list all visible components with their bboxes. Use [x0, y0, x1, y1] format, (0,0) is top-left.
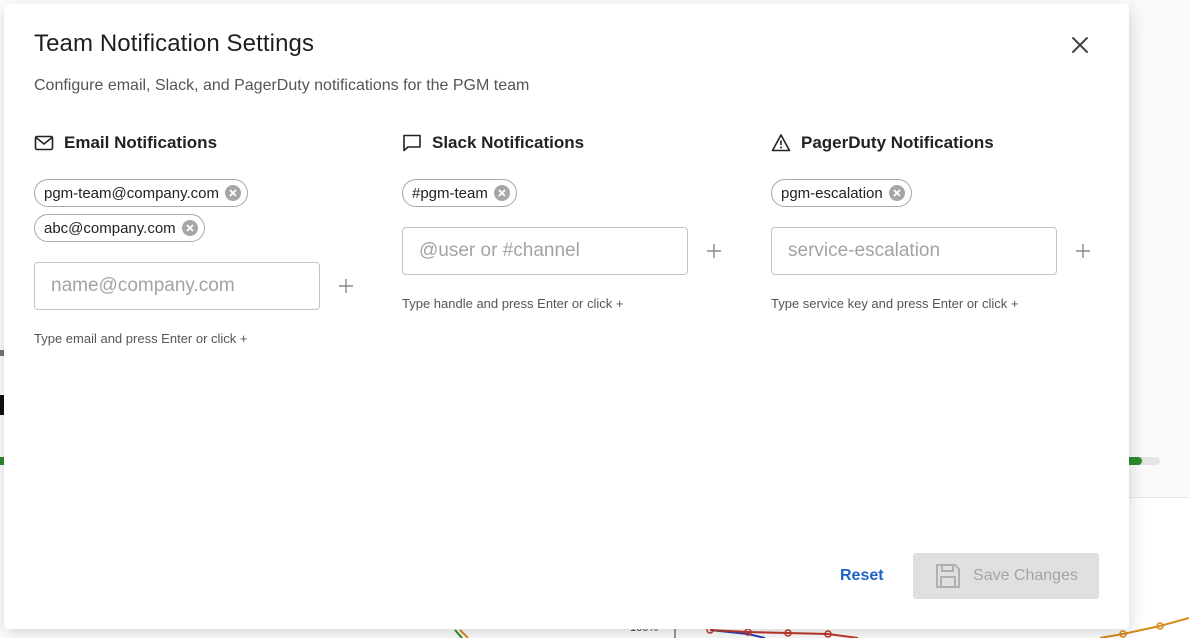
pagerduty-hint: Type service key and press Enter or clic… — [771, 296, 1019, 311]
save-icon — [934, 562, 962, 590]
dialog-title: Team Notification Settings — [34, 30, 315, 57]
chat-bubble-icon — [402, 133, 422, 153]
dialog-subtitle: Configure email, Slack, and PagerDuty no… — [34, 77, 530, 94]
slack-chip-list: #pgm-team — [402, 179, 732, 214]
save-button-label: Save Changes — [973, 567, 1078, 584]
pagerduty-input[interactable] — [771, 227, 1057, 275]
pagerduty-chip-list: pgm-escalation — [771, 179, 1101, 214]
pagerduty-notifications-section: PagerDuty Notifications pgm-escalation T… — [771, 132, 1101, 311]
email-chip-list: pgm-team@company.com abc@company.com — [34, 179, 364, 249]
plus-icon — [339, 279, 353, 293]
email-input[interactable] — [34, 262, 320, 310]
notification-settings-dialog: Team Notification Settings Configure ema… — [4, 4, 1129, 629]
slack-section-header: Slack Notifications — [432, 133, 585, 152]
email-chip: pgm-team@company.com — [34, 179, 249, 207]
plus-icon — [707, 244, 721, 258]
warning-triangle-icon — [771, 133, 791, 153]
slack-chip: #pgm-team — [402, 179, 517, 207]
slack-notifications-section: Slack Notifications #pgm-team Type handl… — [402, 132, 732, 311]
background-panel — [1129, 0, 1189, 498]
pagerduty-chip: pgm-escalation — [771, 179, 912, 207]
add-pagerduty-button[interactable] — [1072, 240, 1094, 262]
slack-hint: Type handle and press Enter or click + — [402, 296, 624, 311]
remove-chip-icon[interactable] — [224, 184, 242, 202]
chip-label: pgm-escalation — [781, 184, 883, 202]
remove-chip-icon[interactable] — [181, 219, 199, 237]
save-changes-button[interactable]: Save Changes — [913, 553, 1099, 599]
add-email-button[interactable] — [335, 275, 357, 297]
email-section-header: Email Notifications — [64, 133, 218, 152]
reset-button[interactable]: Reset — [840, 567, 884, 585]
chip-label: #pgm-team — [412, 184, 488, 202]
email-hint: Type email and press Enter or click + — [34, 331, 248, 346]
add-slack-button[interactable] — [703, 240, 725, 262]
chip-label: abc@company.com — [44, 219, 176, 237]
slack-input[interactable] — [402, 227, 688, 275]
remove-chip-icon[interactable] — [493, 184, 511, 202]
close-button[interactable] — [1068, 33, 1092, 57]
chip-label: pgm-team@company.com — [44, 184, 220, 202]
email-notifications-section: Email Notifications pgm-team@company.com… — [34, 132, 364, 346]
mail-icon — [34, 133, 54, 153]
close-icon — [1072, 37, 1088, 53]
remove-chip-icon[interactable] — [888, 184, 906, 202]
plus-icon — [1076, 244, 1090, 258]
email-chip: abc@company.com — [34, 214, 205, 242]
pagerduty-section-header: PagerDuty Notifications — [801, 133, 994, 152]
